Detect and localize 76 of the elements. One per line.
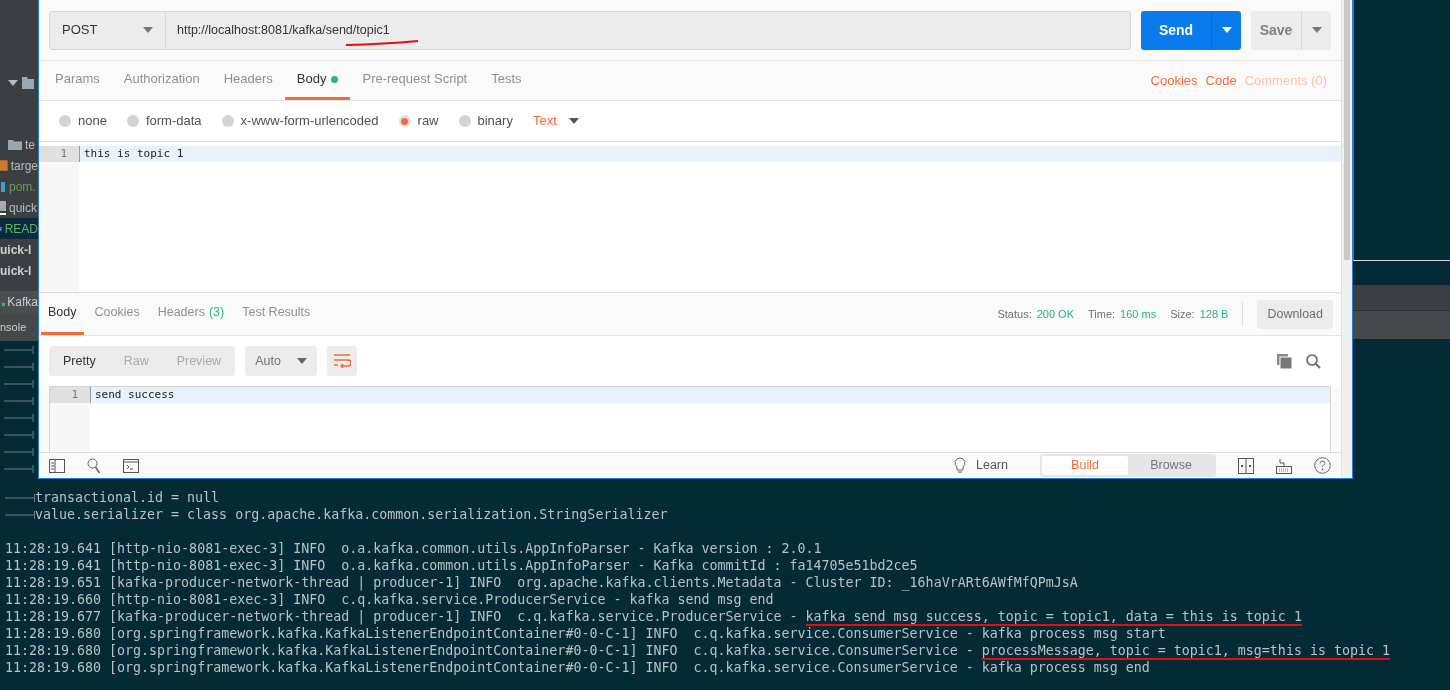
meta-label: Time:	[1088, 306, 1116, 322]
radio-button[interactable]	[458, 115, 471, 127]
send-button[interactable]: Send	[1141, 10, 1241, 50]
meta-value: 160 ms	[1120, 306, 1157, 322]
console-line: 11:28:19.680 [org.springframework.kafka.KafkaListenerEndpointContainer#0-0-C-1] INFO c.q.kafka.service.ConsumerService - processMessage, topic = topic1, msg=this is topic 1	[5, 642, 1390, 659]
expand-icon	[8, 79, 18, 86]
help-icon[interactable]	[1314, 457, 1331, 474]
radio-label[interactable]: raw	[417, 111, 439, 131]
console-line: value.serializer = class org.apache.kafka.common.serialization.StringSerializer	[35, 506, 668, 523]
folder-icon	[0, 160, 8, 171]
wrap-button[interactable]	[327, 346, 358, 376]
console-line: 11:28:19.651 [kafka-producer-network-thread | producer-1] INFO org.apache.kafka.clients.Metadata - Cluster ID: _16haVrARt6AWfMfQPmJsA	[5, 574, 1078, 591]
console-line: 11:28:19.641 [http-nio-8081-exec-3] INFO o.a.kafka.common.utils.AppInfoParser - Kafka commitId : fa14705e51bd2ce5	[5, 557, 918, 574]
response-tab[interactable]: Test Results	[235, 293, 318, 335]
header-link[interactable]: Code	[1205, 70, 1237, 91]
request-tab[interactable]: Headers	[211, 61, 285, 100]
radio-label[interactable]: form-data	[145, 111, 202, 131]
tab-marker-icon	[5, 492, 35, 503]
meta-value: 128 B	[1199, 306, 1229, 322]
view-mode-tab[interactable]: Pretty	[49, 346, 110, 376]
code-line: send success	[90, 387, 175, 403]
request-tab[interactable]: Pre-request Script	[350, 61, 480, 100]
dropdown-caret-icon	[1311, 27, 1322, 33]
search-icon[interactable]	[1306, 353, 1321, 369]
console-line: 11:28:19.680 [org.springframework.kafka.KafkaListenerEndpointContainer#0-0-C-1] INFO c.q.kafka.service.ConsumerService - kafka process msg start	[5, 625, 1166, 642]
console-line: 11:28:19.641 [http-nio-8081-exec-3] INFO o.a.kafka.common.utils.AppInfoParser - Kafka version : 2.0.1	[5, 540, 822, 557]
response-tab[interactable]: Headers (3)	[150, 293, 232, 335]
meta-label: Status:	[997, 306, 1032, 322]
copy-icon[interactable]	[1277, 353, 1292, 369]
search-icon[interactable]	[87, 457, 101, 474]
console-line: 11:28:19.680 [org.springframework.kafka.KafkaListenerEndpointContainer#0-0-C-1] INFO c.q.kafka.service.ConsumerService - kafka process msg end	[5, 659, 1150, 676]
download-button[interactable]: Download	[1257, 299, 1333, 329]
radio-label[interactable]: x-www-form-urlencoded	[240, 111, 379, 131]
learn-button[interactable]: Learn	[954, 456, 1008, 475]
run-tab[interactable]: Kafka	[0, 291, 38, 313]
folder-icon	[8, 139, 22, 150]
scrollbar-thumb[interactable]	[1344, 0, 1350, 260]
line-number: 1	[50, 387, 90, 403]
request-tab[interactable]: Authorization	[111, 61, 212, 100]
meta-label: Size:	[1170, 306, 1195, 322]
dropdown-caret-icon	[1221, 27, 1232, 33]
lightbulb-icon	[954, 457, 966, 474]
console-line: 11:28:19.660 [http-nio-8081-exec-3] INFO c.q.kafka.service.ProducerService - kafka send msg end	[5, 591, 774, 608]
caret-icon	[568, 118, 579, 124]
tree-item[interactable]: READ	[0, 218, 38, 239]
request-editor[interactable]: 1 this is topic 1	[39, 141, 1341, 293]
radio-button[interactable]	[398, 115, 411, 127]
mode-toggle[interactable]: Browse	[1128, 456, 1214, 475]
line-number: 1	[39, 146, 79, 162]
folder-icon	[22, 76, 34, 89]
sidebar-toggle-icon[interactable]	[49, 458, 65, 473]
keyboard-icon[interactable]	[1276, 457, 1292, 474]
radio-label[interactable]: binary	[477, 111, 513, 131]
request-tab[interactable]: Tests	[479, 61, 534, 100]
radio-button[interactable]	[59, 115, 71, 127]
console-icon[interactable]	[123, 458, 139, 473]
code-line: this is topic 1	[79, 146, 184, 162]
format-dropdown[interactable]: Text	[532, 111, 579, 131]
console-line: transactional.id = null	[35, 489, 220, 506]
mode-toggle[interactable]: Build	[1042, 456, 1128, 475]
header-link[interactable]: Cookies	[1150, 70, 1198, 91]
console-line: 11:28:19.677 [kafka-producer-network-thread | producer-1] INFO c.q.kafka.service.ProducerService - kafka send msg success, topic = topic1, data = this is topic 1	[5, 608, 1302, 625]
format-dropdown[interactable]: Auto	[245, 346, 318, 376]
radio-button[interactable]	[126, 115, 139, 127]
meta-value: 200 OK	[1036, 306, 1074, 322]
request-tab[interactable]: Params	[43, 61, 112, 100]
save-button[interactable]: Save	[1251, 10, 1331, 50]
file-icon	[0, 180, 6, 193]
radio-label[interactable]: none	[78, 111, 107, 131]
two-pane-icon[interactable]	[1238, 457, 1254, 474]
file-icon	[0, 200, 6, 215]
response-tab[interactable]: Cookies	[87, 293, 147, 335]
tab-marker-icon	[5, 509, 35, 520]
caret-icon	[297, 358, 308, 364]
wrap-icon	[333, 354, 352, 368]
radio-button[interactable]	[221, 115, 234, 127]
